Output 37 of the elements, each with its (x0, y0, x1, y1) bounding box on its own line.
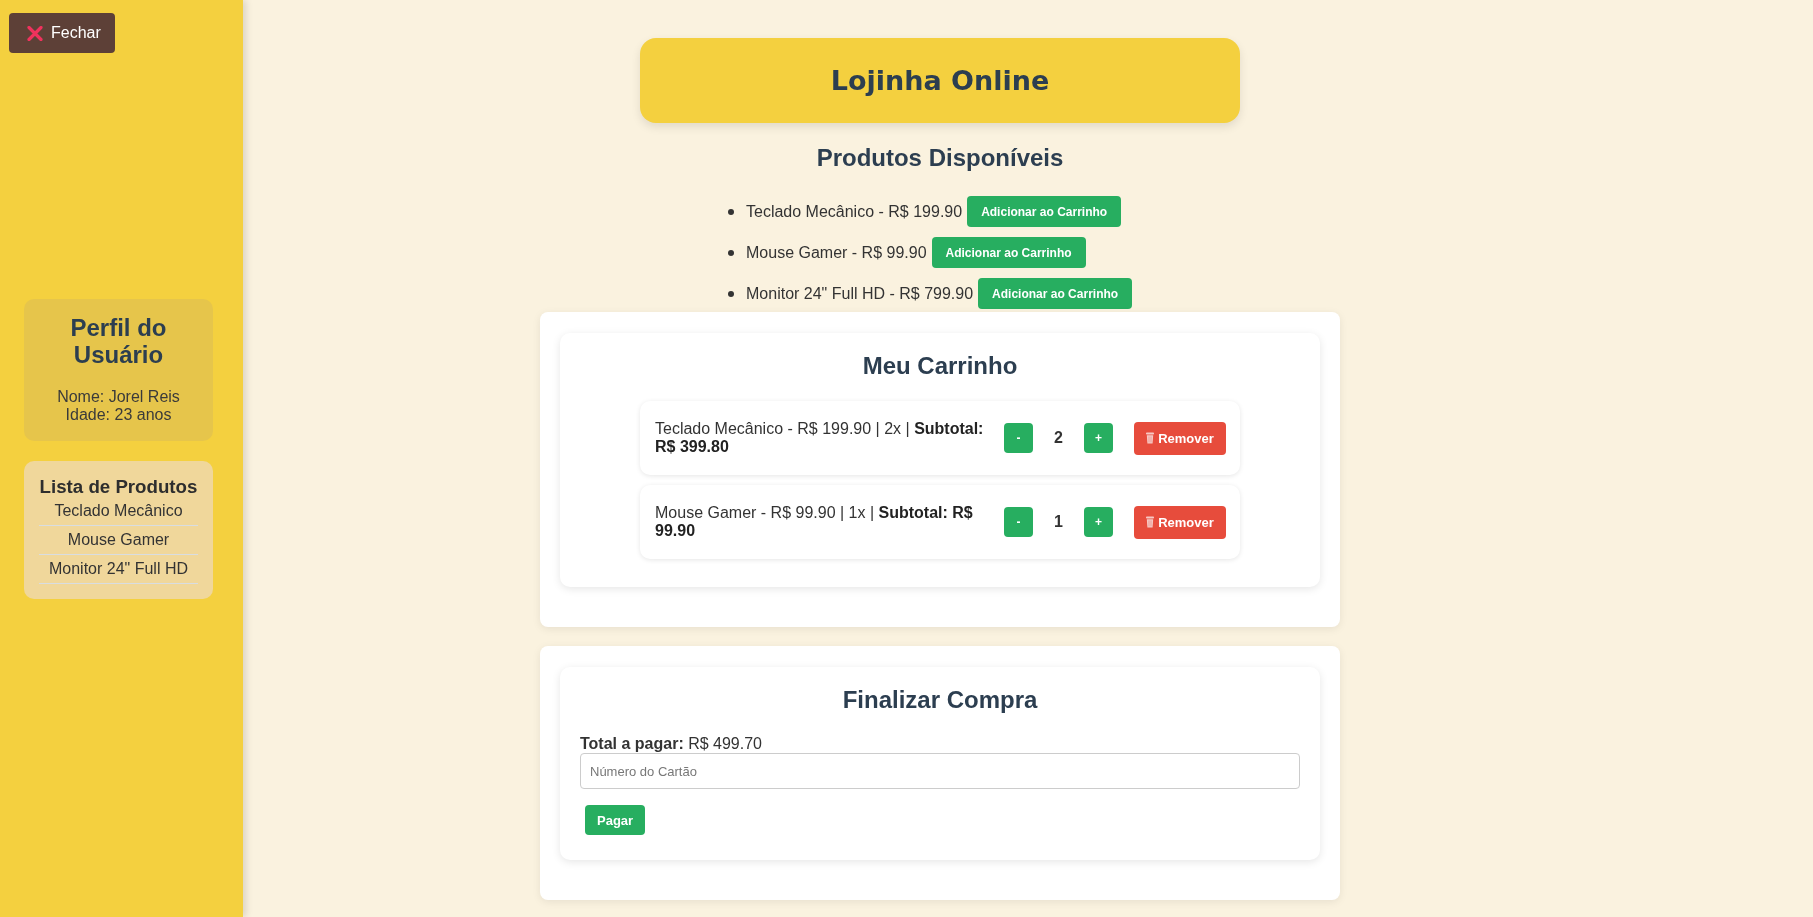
cart-title: Meu Carrinho (862, 352, 1018, 380)
bullet-icon (728, 208, 734, 215)
pay-button[interactable]: Pagar (585, 805, 646, 835)
add-to-cart-button[interactable]: Adicionar ao Carrinho (967, 196, 1122, 227)
store-title: Lojinha Online (830, 64, 1050, 97)
product-text: Teclado Mecânico - R$ 199.90 (746, 202, 963, 221)
close-button[interactable]: Fechar (9, 13, 115, 53)
product-list-title: Lista de Produtos (39, 476, 198, 497)
decrease-button[interactable]: - (1004, 507, 1033, 537)
remove-button[interactable]: Remover (1134, 421, 1226, 455)
bullet-icon (728, 249, 734, 256)
add-to-cart-button[interactable]: Adicionar ao Carrinho (931, 237, 1086, 268)
product-list-item: Monitor 24" Full HD (39, 555, 198, 584)
decrease-button[interactable]: - (1004, 423, 1033, 453)
increase-button[interactable]: + (1084, 507, 1113, 537)
checkout-title: Finalizar Compra (842, 686, 1038, 714)
total-text: Total a pagar: R$ 499.70 (580, 735, 762, 753)
profile-detail: Idade: 23 anos (64, 406, 173, 424)
card-number-field[interactable]: Número do Cartão (580, 753, 1300, 789)
cart-item-text: Teclado Mecânico - R$ 199.90 | 2x | Subtotal: R$ 399.80 (655, 420, 985, 456)
profile-title: Perfil do Usuário (69, 314, 168, 368)
quantity-value: 2 (1053, 429, 1064, 447)
close-icon (27, 25, 43, 41)
increase-button[interactable]: + (1084, 423, 1113, 453)
add-to-cart-button[interactable]: Adicionar ao Carrinho (978, 278, 1133, 309)
cart-item-text: Mouse Gamer - R$ 99.90 | 1x | Subtotal: R$ 99.90 (655, 504, 974, 540)
product-list-item: Mouse Gamer (39, 526, 198, 555)
remove-button[interactable]: Remover (1134, 505, 1226, 539)
profile-detail: Nome: Jorel Reis (56, 388, 181, 406)
quantity-value: 1 (1053, 513, 1064, 531)
product-text: Mouse Gamer - R$ 99.90 (746, 243, 927, 262)
trash-icon (1146, 432, 1155, 444)
bullet-icon (728, 290, 734, 297)
trash-icon (1146, 516, 1155, 528)
product-text: Monitor 24" Full HD - R$ 799.90 (746, 284, 974, 303)
product-list-item: Teclado Mecânico (39, 497, 198, 526)
section-title: Produtos Disponíveis (816, 144, 1064, 172)
